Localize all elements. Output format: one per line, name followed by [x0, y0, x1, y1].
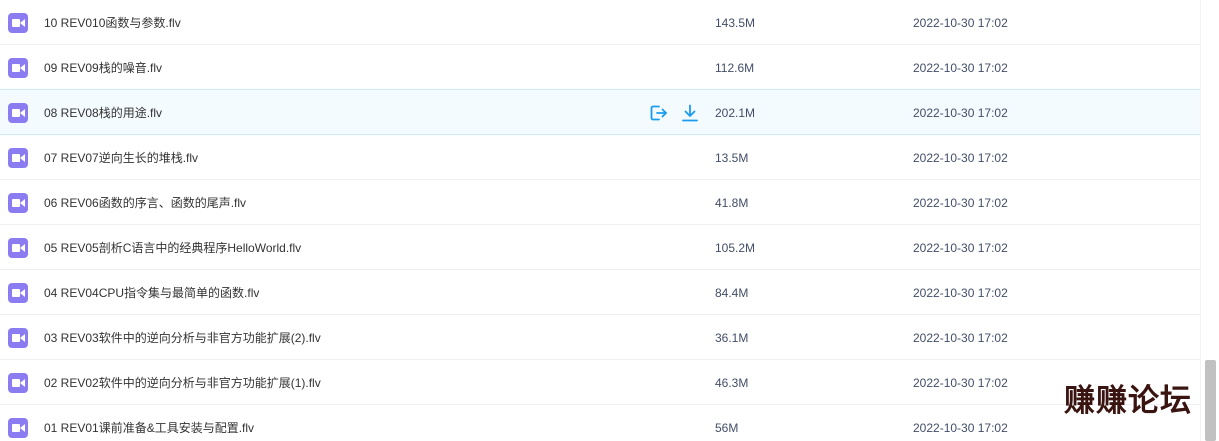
video-file-icon: [8, 103, 28, 123]
file-name-link[interactable]: 03 REV03软件中的逆向分析与非官方功能扩展(2).flv: [44, 330, 321, 346]
watermark-logo: 赚赚论坛: [1064, 383, 1192, 419]
file-modified-date: 2022-10-30 17:02: [913, 106, 1008, 120]
file-row[interactable]: 09 REV09栈的噪音.flv 112.6M 2022-10-30 17:02: [0, 45, 1200, 90]
file-size: 46.3M: [715, 376, 749, 390]
file-size: 84.4M: [715, 286, 749, 300]
file-row[interactable]: 04 REV04CPU指令集与最简单的函数.flv 84.4M 2022-10-30…: [0, 270, 1200, 315]
video-file-icon: [8, 193, 28, 213]
file-size: 56M: [715, 421, 739, 435]
vertical-scrollbar[interactable]: [1200, 0, 1219, 441]
file-size: 143.5M: [715, 16, 756, 30]
file-modified-date: 2022-10-30 17:02: [913, 421, 1008, 435]
video-file-icon: [8, 418, 28, 438]
file-size: 41.8M: [715, 196, 749, 210]
video-file-icon: [8, 148, 28, 168]
file-row[interactable]: 01 REV01课前准备&工具安装与配置.flv 56M 2022-10-30 17…: [0, 405, 1200, 441]
file-size: 36.1M: [715, 331, 749, 345]
video-file-icon: [8, 13, 28, 33]
file-modified-date: 2022-10-30 17:02: [913, 241, 1008, 255]
file-size: 112.6M: [715, 61, 755, 75]
file-size: 105.2M: [715, 241, 756, 255]
file-list: 10 REV010函数与参数.flv 143.5M 2022-10-30 17:02…: [0, 0, 1200, 441]
file-row[interactable]: 05 REV05剖析C语言中的经典程序HelloWorld.flv 105.2M 2…: [0, 225, 1200, 270]
file-size: 202.1M: [715, 106, 756, 120]
file-row[interactable]: 10 REV010函数与参数.flv 143.5M 2022-10-30 17:02: [0, 0, 1200, 45]
file-name-link[interactable]: 05 REV05剖析C语言中的经典程序HelloWorld.flv: [44, 240, 301, 256]
file-name-link[interactable]: 04 REV04CPU指令集与最简单的函数.flv: [44, 285, 259, 301]
file-name-link[interactable]: 10 REV010函数与参数.flv: [44, 15, 181, 31]
file-list-page: 10 REV010函数与参数.flv 143.5M 2022-10-30 17:02…: [0, 0, 1219, 441]
download-icon[interactable]: [680, 103, 700, 123]
file-name-link[interactable]: 06 REV06函数的序言、函数的尾声.flv: [44, 195, 246, 211]
video-file-icon: [8, 283, 28, 303]
file-name-link[interactable]: 01 REV01课前准备&工具安装与配置.flv: [44, 420, 254, 436]
file-modified-date: 2022-10-30 17:02: [913, 376, 1008, 390]
file-modified-date: 2022-10-30 17:02: [913, 16, 1008, 30]
file-name-link[interactable]: 02 REV02软件中的逆向分析与非官方功能扩展(1).flv: [44, 375, 321, 391]
file-row[interactable]: 03 REV03软件中的逆向分析与非官方功能扩展(2).flv 36.1M 2022…: [0, 315, 1200, 360]
share-icon[interactable]: [648, 103, 668, 123]
file-modified-date: 2022-10-30 17:02: [913, 61, 1008, 75]
file-modified-date: 2022-10-30 17:02: [913, 286, 1008, 300]
file-name-link[interactable]: 08 REV08栈的用途.flv: [44, 105, 162, 121]
file-row[interactable]: 08 REV08栈的用途.flv 202.1M 2022-10-30 17:02: [0, 89, 1200, 135]
video-file-icon: [8, 238, 28, 258]
file-row[interactable]: 06 REV06函数的序言、函数的尾声.flv 41.8M 2022-10-30 1…: [0, 180, 1200, 225]
video-file-icon: [8, 58, 28, 78]
video-file-icon: [8, 373, 28, 393]
file-size: 13.5M: [715, 151, 749, 165]
file-modified-date: 2022-10-30 17:02: [913, 151, 1008, 165]
file-modified-date: 2022-10-30 17:02: [913, 196, 1008, 210]
file-modified-date: 2022-10-30 17:02: [913, 331, 1008, 345]
file-name-link[interactable]: 07 REV07逆向生长的堆栈.flv: [44, 150, 198, 166]
file-row[interactable]: 02 REV02软件中的逆向分析与非官方功能扩展(1).flv 46.3M 2022…: [0, 360, 1200, 405]
scrollbar-thumb[interactable]: [1205, 360, 1216, 441]
file-name-link[interactable]: 09 REV09栈的噪音.flv: [44, 60, 162, 76]
video-file-icon: [8, 328, 28, 348]
file-row[interactable]: 07 REV07逆向生长的堆栈.flv 13.5M 2022-10-30 17:02: [0, 135, 1200, 180]
